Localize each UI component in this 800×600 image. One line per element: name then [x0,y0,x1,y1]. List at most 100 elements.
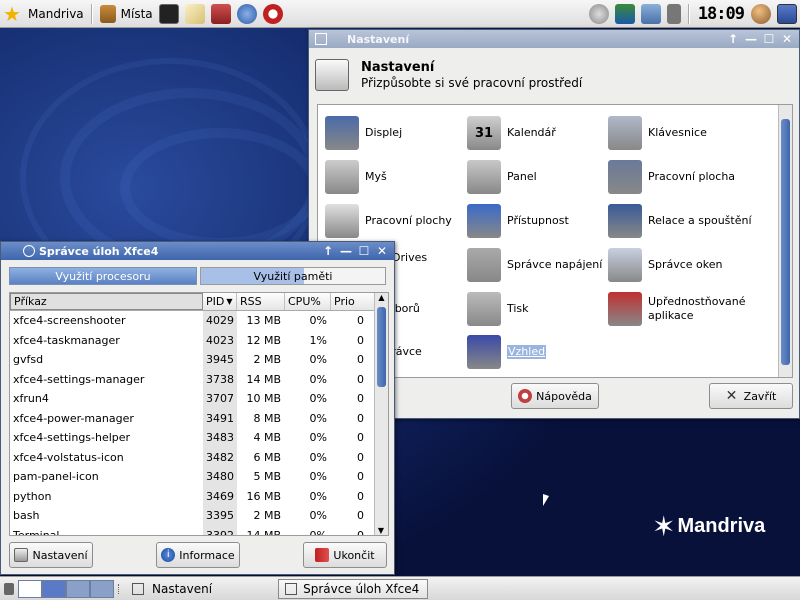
cell-rss: 6 MB [253,450,281,464]
clock[interactable]: 18:09 [698,4,745,24]
column-header-pid[interactable]: PID ▼ [203,293,237,310]
column-header-cpu[interactable]: CPU% [285,293,331,310]
shade-button[interactable]: ↑ [725,32,741,46]
users-button[interactable] [748,1,774,27]
close-button[interactable]: ✕ Zavřít [709,383,793,409]
help-button[interactable]: Nápověda [511,383,599,409]
power-manager-icon [467,248,501,282]
window-menu-icon[interactable] [23,245,35,257]
window-menu-icon[interactable] [315,33,327,45]
settings-item[interactable]: Relace a spouštění [608,201,798,241]
places-label: Místa [120,6,153,21]
cell-cpu: 0% [309,489,327,503]
workspace-2[interactable] [42,579,66,598]
menu-label: Mandriva [28,6,84,21]
table-row[interactable]: xfce4-power-manager 3491 8 MB 0% 0 [10,408,374,428]
table-scrollbar[interactable]: ▲ ▼ [374,293,388,535]
maximize-button[interactable]: ☐ [356,244,372,258]
process-table: Příkaz PID ▼ RSS CPU% Prio xfce4-screensh… [9,292,389,536]
scroll-down-arrow[interactable]: ▼ [375,526,387,535]
cell-command: xfce4-power-manager [13,411,134,425]
settings-label: Nastavení [32,548,88,562]
minimize-button[interactable]: — [338,244,354,258]
close-icon[interactable]: ✕ [374,244,390,258]
session-icon [608,204,642,238]
network-launcher[interactable] [208,1,234,27]
table-row[interactable]: xfce4-screenshooter 4029 13 MB 0% 0 [10,311,374,331]
settings-item[interactable]: Pracovní plocha [608,157,798,197]
terminal-launcher[interactable] [156,1,182,27]
task-settings[interactable]: Nastavení [126,579,218,599]
bottom-panel: Nastavení Správce úloh Xfce4 [0,576,800,600]
settings-titlebar[interactable]: Nastavení ↑ — ☐ ✕ [309,30,799,48]
scrollbar-thumb[interactable] [377,307,386,387]
settings-item[interactable]: Vzhled [467,332,657,372]
memory-usage-label: Využití paměti [253,269,333,283]
star-icon: ✶ [652,510,676,543]
minimize-button[interactable]: — [743,32,759,46]
calendar-icon: 31 [467,116,501,150]
cell-prio: 0 [357,528,364,536]
applications-menu-button[interactable]: ★ Mandriva [0,1,87,27]
table-row[interactable]: xfce4-volstatus-icon 3482 6 MB 0% 0 [10,447,374,467]
cell-cpu: 0% [309,372,327,386]
table-row[interactable]: gvfsd 3945 2 MB 0% 0 [10,350,374,370]
cell-prio: 0 [357,431,364,445]
info-button[interactable]: i Informace [156,542,240,568]
table-row[interactable]: xfrun4 3707 10 MB 0% 0 [10,389,374,409]
cell-rss: 10 MB [246,392,281,406]
taskmanager-titlebar[interactable]: Správce úloh Xfce4 ↑ — ☐ ✕ [1,242,394,260]
show-desktop-button[interactable] [774,1,800,27]
tray-item[interactable] [612,1,638,27]
table-row[interactable]: xfce4-settings-manager 3738 14 MB 0% 0 [10,369,374,389]
settings-item-label-line: Přístupnost [507,214,569,227]
settings-item-label-line: Kalendář [507,126,556,139]
places-menu-button[interactable]: Místa [97,1,156,27]
workspace-4[interactable] [90,579,114,598]
quit-icon [315,548,330,562]
cell-rss: 5 MB [253,470,281,484]
editor-launcher[interactable] [182,1,208,27]
help-label: Nápověda [536,389,592,403]
table-row[interactable]: Terminal 3392 14 MB 0% 0 [10,525,374,536]
scroll-up-arrow[interactable]: ▲ [375,293,388,302]
settings-item[interactable]: Správce oken [608,245,798,285]
workspace-3[interactable] [66,579,90,598]
table-row[interactable]: xfce4-settings-helper 3483 4 MB 0% 0 [10,428,374,448]
shade-button[interactable]: ↑ [320,244,336,258]
task-taskmanager[interactable]: Správce úloh Xfce4 [278,578,429,599]
mouse-icon [325,160,359,194]
cell-command: bash [13,509,40,523]
table-row[interactable]: python 3469 16 MB 0% 0 [10,486,374,506]
cell-pid: 3945 [203,350,237,370]
close-icon[interactable]: ✕ [779,32,795,46]
cell-rss: 12 MB [246,333,281,347]
tray-item[interactable] [586,1,612,27]
tray-item[interactable] [638,1,664,27]
workspace-1[interactable] [18,579,42,598]
table-row[interactable]: pam-panel-icon 3480 5 MB 0% 0 [10,467,374,487]
settings-item[interactable]: Upřednostňované aplikace [608,289,798,329]
workspaces-icon [325,204,359,238]
logout-icon [262,3,283,24]
taskmanager-settings-button[interactable]: Nastavení [9,542,93,568]
column-header-prio[interactable]: Prio [331,293,374,310]
settings-item[interactable]: Klávesnice [608,113,798,153]
browser-launcher[interactable] [234,1,260,27]
table-row[interactable]: xfce4-taskmanager 4023 12 MB 1% 0 [10,330,374,350]
column-header-command[interactable]: Příkaz [10,293,203,310]
logout-launcher[interactable] [260,1,286,27]
power-icon [666,3,681,24]
quit-button[interactable]: Ukončit [303,542,387,568]
tray-item[interactable] [664,1,684,27]
cell-pid: 4023 [203,330,237,350]
column-header-rss[interactable]: RSS [237,293,285,310]
cell-pid: 3491 [203,408,237,428]
cell-prio: 0 [357,411,364,425]
maximize-button[interactable]: ☐ [761,32,777,46]
mandriva-logo: ✶ Mandriva [652,510,765,543]
desktop-icon [608,160,642,194]
table-row[interactable]: bash 3395 2 MB 0% 0 [10,506,374,526]
close-x-icon: ✕ [725,388,738,404]
cell-command: gvfsd [13,353,44,367]
